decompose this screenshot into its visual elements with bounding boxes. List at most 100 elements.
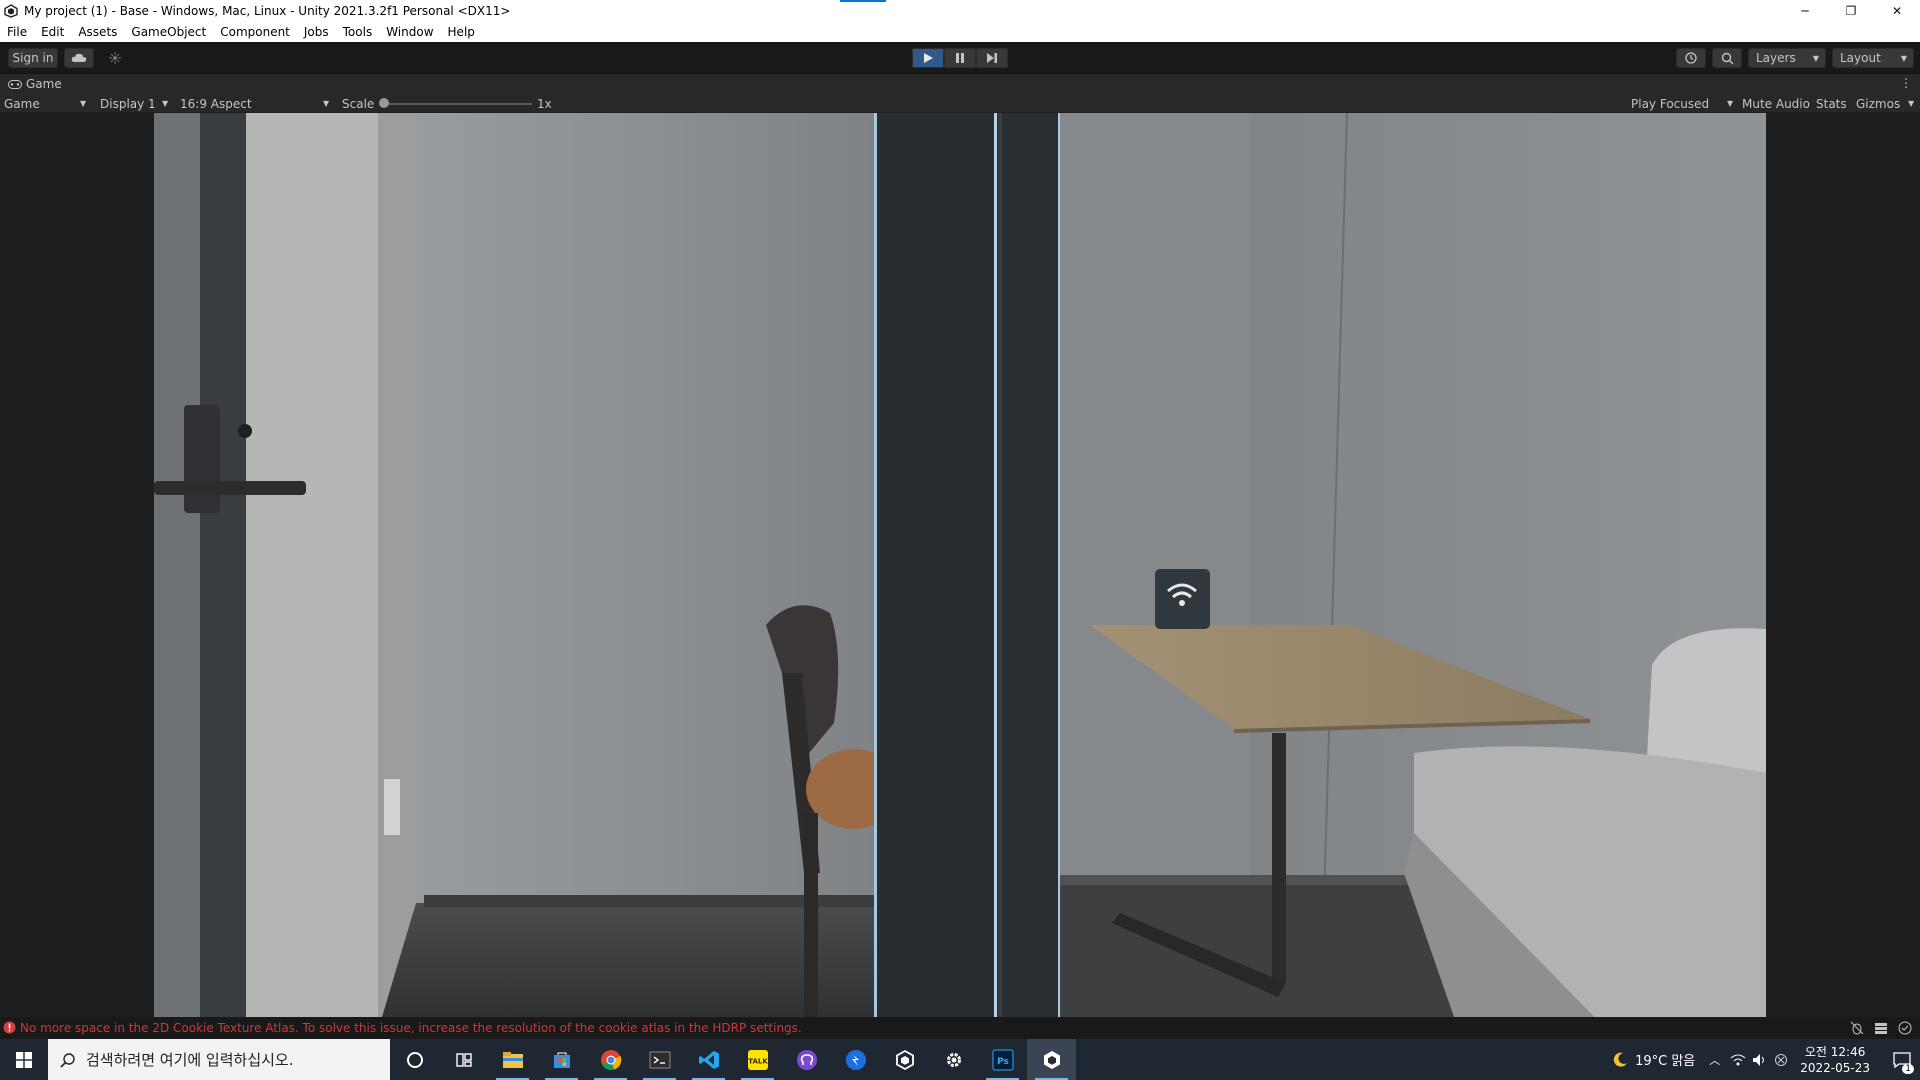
- play-button[interactable]: [912, 48, 944, 68]
- stats-toggle[interactable]: Stats: [1816, 94, 1847, 113]
- play-focused-label: Play Focused: [1631, 96, 1710, 111]
- notification-center-button[interactable]: 1: [1884, 1039, 1920, 1080]
- layout-dropdown[interactable]: Layout ▼: [1832, 48, 1914, 68]
- volume-icon[interactable]: [1752, 1053, 1768, 1067]
- main-toolbar: Sign in Layers ▼ Layout ▼: [0, 42, 1920, 74]
- play-focused-dropdown[interactable]: Play Focused ▼: [1631, 94, 1737, 113]
- view-mode-label: Game: [4, 96, 40, 111]
- chrome-button[interactable]: [586, 1039, 635, 1080]
- undo-history-button[interactable]: [1676, 48, 1706, 68]
- search-button[interactable]: [1712, 48, 1742, 68]
- network-icon[interactable]: [1730, 1053, 1746, 1067]
- display-label: Display 1: [100, 96, 156, 111]
- tab-game[interactable]: Game: [0, 77, 62, 91]
- check-circle-icon[interactable]: [1898, 1021, 1912, 1035]
- title-accent-line: [840, 0, 886, 2]
- chevron-down-icon: ▼: [323, 99, 330, 108]
- settings-button[interactable]: [929, 1039, 978, 1080]
- view-mode-dropdown[interactable]: Game ▼: [4, 94, 90, 113]
- step-icon: [987, 53, 997, 63]
- display-dropdown[interactable]: Display 1 ▼: [100, 94, 172, 113]
- pause-icon: [956, 53, 964, 63]
- gizmos-dropdown[interactable]: Gizmos ▼: [1856, 94, 1916, 113]
- unity-hub-icon: [895, 1049, 914, 1070]
- game-render[interactable]: [154, 113, 1766, 1017]
- menu-edit[interactable]: Edit: [34, 25, 71, 39]
- pause-button[interactable]: [944, 48, 976, 68]
- system-tray: 19°C 맑음 ︿ 오전 12:46 2022-05-23 1: [1611, 1039, 1920, 1080]
- sourcetree-icon: [845, 1049, 866, 1070]
- close-button[interactable]: ✕: [1874, 0, 1920, 22]
- status-bar[interactable]: No more space in the 2D Cookie Texture A…: [0, 1017, 1920, 1039]
- sourcetree-button[interactable]: [831, 1039, 880, 1080]
- terminal-button[interactable]: [635, 1039, 684, 1080]
- taskbar-search-box[interactable]: 검색하려면 여기에 입력하십시오.: [48, 1039, 390, 1080]
- game-viewport[interactable]: [0, 113, 1920, 1017]
- clock-time: 오전 12:46: [1804, 1044, 1866, 1059]
- error-message[interactable]: No more space in the 2D Cookie Texture A…: [20, 1021, 802, 1035]
- weather-text[interactable]: 19°C 맑음: [1635, 1050, 1695, 1069]
- photoshop-button[interactable]: Ps: [978, 1039, 1027, 1080]
- scale-slider-track[interactable]: [384, 103, 532, 105]
- sign-in-button[interactable]: Sign in: [8, 48, 58, 68]
- scale-slider-handle[interactable]: [379, 98, 389, 108]
- mute-audio-toggle[interactable]: Mute Audio: [1742, 94, 1810, 113]
- gamepad-icon: [8, 79, 22, 89]
- gizmos-label: Gizmos: [1856, 96, 1901, 111]
- ime-status-icon[interactable]: [1774, 1053, 1788, 1067]
- unity-hub-button[interactable]: [880, 1039, 929, 1080]
- cortana-button[interactable]: [390, 1039, 439, 1080]
- debug-icon[interactable]: [1850, 1021, 1864, 1035]
- title-bar: My project (1) - Base - Windows, Mac, Li…: [0, 0, 1920, 22]
- kakaotalk-label: TALK: [748, 1057, 768, 1065]
- menu-gameobject[interactable]: GameObject: [124, 25, 213, 39]
- vscode-button[interactable]: [684, 1039, 733, 1080]
- store-button[interactable]: [537, 1039, 586, 1080]
- chevron-down-icon: ▼: [1900, 54, 1907, 63]
- vscode-icon: [698, 1050, 719, 1069]
- aspect-dropdown[interactable]: 16:9 Aspect ▼: [180, 94, 334, 113]
- terminal-icon: [649, 1051, 670, 1068]
- menu-tools[interactable]: Tools: [336, 25, 380, 39]
- game-view-toolbar: Game ▼ Display 1 ▼ 16:9 Aspect ▼ Scale 1…: [0, 94, 1920, 113]
- cloud-button[interactable]: [64, 48, 94, 68]
- task-view-button[interactable]: [439, 1039, 488, 1080]
- progress-stack-icon[interactable]: [1874, 1021, 1888, 1035]
- menu-help[interactable]: Help: [441, 25, 482, 39]
- file-explorer-button[interactable]: [488, 1039, 537, 1080]
- photoshop-label: Ps: [997, 1057, 1009, 1067]
- menu-jobs[interactable]: Jobs: [297, 25, 336, 39]
- menu-file[interactable]: File: [0, 25, 34, 39]
- scale-value: 1x: [537, 96, 552, 111]
- unity-editor-button[interactable]: [1027, 1039, 1076, 1080]
- chevron-down-icon: ▼: [80, 99, 87, 108]
- github-desktop-button[interactable]: [782, 1039, 831, 1080]
- more-options-icon[interactable]: ⋮: [1900, 76, 1912, 90]
- kakaotalk-button[interactable]: TALK: [733, 1039, 782, 1080]
- menu-component[interactable]: Component: [213, 25, 297, 39]
- minimize-button[interactable]: ─: [1782, 0, 1828, 22]
- layers-label: Layers: [1756, 51, 1796, 65]
- settings-icon: [946, 1052, 961, 1067]
- task-view-icon: [455, 1052, 472, 1067]
- chevron-down-icon: ▼: [162, 99, 169, 108]
- chrome-icon: [600, 1049, 621, 1070]
- menu-window[interactable]: Window: [379, 25, 440, 39]
- menu-assets[interactable]: Assets: [71, 25, 124, 39]
- layers-dropdown[interactable]: Layers ▼: [1748, 48, 1826, 68]
- panel-tab-bar: Game ⋮: [0, 74, 1920, 94]
- photoshop-icon: Ps: [992, 1049, 1013, 1070]
- search-icon: [1721, 52, 1733, 64]
- tab-game-label: Game: [26, 77, 62, 91]
- scene-render-image: [154, 113, 1766, 1017]
- chevron-up-icon[interactable]: ︿: [1709, 1052, 1720, 1068]
- collab-button[interactable]: [100, 48, 130, 68]
- play-controls: [912, 48, 1008, 68]
- error-icon: [3, 1021, 16, 1034]
- clock[interactable]: 오전 12:46 2022-05-23: [1800, 1044, 1870, 1076]
- moon-weather-icon: [1613, 1052, 1628, 1067]
- start-button[interactable]: [0, 1039, 48, 1080]
- step-button[interactable]: [976, 48, 1008, 68]
- aspect-label: 16:9 Aspect: [180, 96, 252, 111]
- maximize-button[interactable]: ❐: [1828, 0, 1874, 22]
